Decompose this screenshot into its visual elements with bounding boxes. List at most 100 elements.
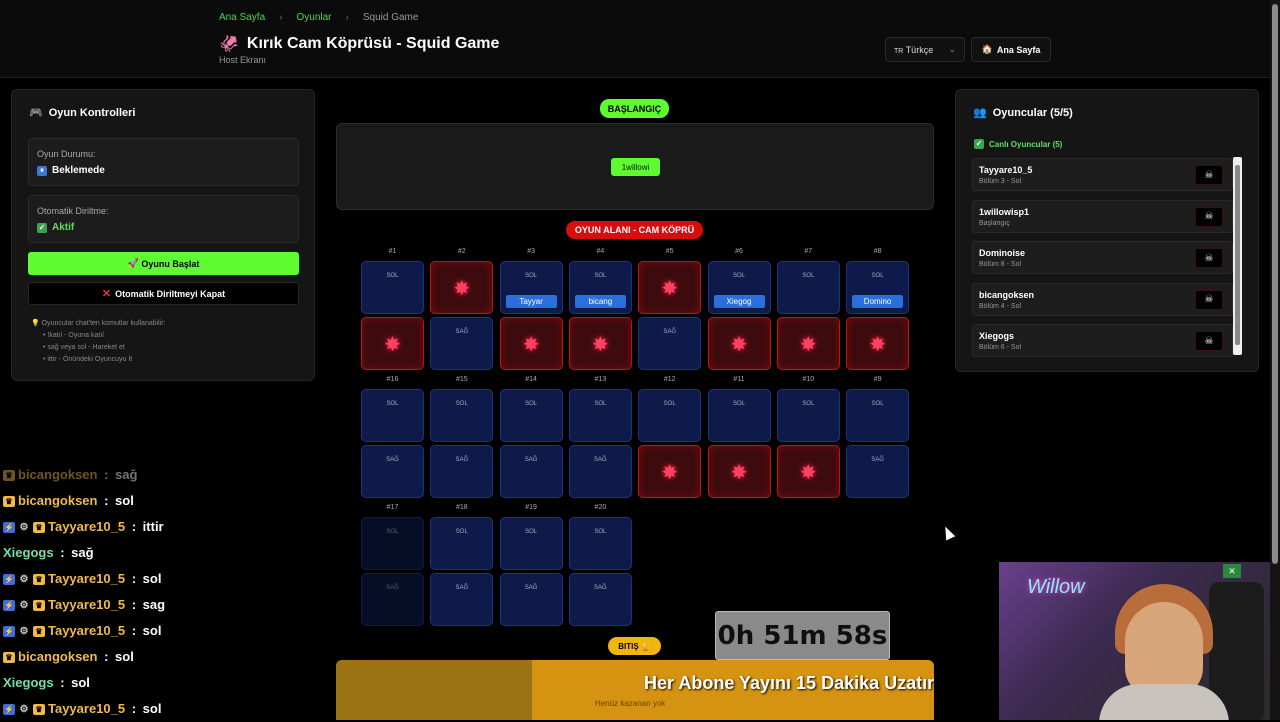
start-zone: 1willowi [336, 123, 934, 210]
step-number: #14 [525, 376, 537, 383]
crown-badge-icon: ♛ [33, 573, 45, 585]
ring-badge-icon: ⚙ [19, 625, 29, 637]
step-number: #18 [455, 504, 468, 511]
kick-player-button[interactable]: ☠ [1195, 289, 1223, 310]
page-scrollbar-thumb[interactable] [1272, 4, 1278, 564]
tile-side-label: SOL [455, 401, 468, 407]
tile-side-label: SAĞ [386, 457, 399, 463]
language-select[interactable]: TR Türkçe ⌄ [885, 37, 965, 62]
auto-revive-text: Aktif [52, 222, 75, 233]
player-marker: Tayyar [505, 295, 557, 308]
page-title: 🦑 Kırık Cam Köprüsü - Squid Game [219, 34, 499, 54]
chevron-down-icon: ⌄ [948, 44, 956, 54]
game-controls-panel: 🎮 Oyun Kontrolleri Oyun Durumu: ⏸ Bekleme… [11, 89, 315, 381]
chat-separator: : [100, 649, 113, 664]
tile-side-label: SOL [594, 273, 607, 279]
verified-badge-icon: ⚡ [3, 703, 15, 715]
step-number: #4 [596, 248, 605, 255]
step-number: #10 [802, 376, 815, 383]
step-number: #11 [733, 376, 745, 383]
chat-message: ittir [142, 519, 164, 534]
chat-username: Tayyare10_5 [48, 623, 126, 638]
tile-side-label: SOL [594, 401, 607, 407]
kick-player-button[interactable]: ☠ [1195, 206, 1223, 227]
verified-badge-icon: ⚡ [3, 625, 15, 637]
shatter-icon: ✸ [799, 462, 817, 484]
broken-glass-tile-bottom: ✸ [776, 317, 840, 370]
chat-username: bicangoksen [18, 649, 98, 664]
tile-side-label: SOL [525, 529, 538, 535]
player-marker: Xiegog [713, 295, 765, 308]
lightbulb-icon: 💡 [31, 320, 40, 327]
glass-tile-bottom: SAĞ [361, 445, 424, 498]
glass-tile-top: SOL [361, 517, 424, 570]
users-icon: 👥 [973, 107, 987, 119]
breadcrumb-home-link[interactable]: Ana Sayfa [219, 12, 265, 23]
streamer-body [1099, 684, 1229, 720]
chat-separator: : [128, 597, 140, 612]
ring-badge-icon: ⚙ [19, 573, 29, 585]
glass-tile-bottom: SAĞ [568, 573, 632, 626]
disable-auto-revive-button[interactable]: ✕ Otomatik Diriltmeyi Kapat [28, 282, 299, 305]
broken-glass-tile-top: ✸ [430, 261, 494, 314]
chat-username: Xiegogs [3, 675, 54, 690]
broken-glass-tile-bottom: ✸ [707, 445, 771, 498]
chat-username: Tayyare10_5 [48, 571, 126, 586]
chat-line: Xiegogs : sağ [3, 540, 165, 566]
kick-player-button[interactable]: ☠ [1195, 331, 1223, 351]
game-status-text: Beklemede [52, 165, 105, 176]
start-game-button[interactable]: 🚀 Oyunu Başlat [28, 252, 299, 275]
glass-tile-bottom: SAĞ [430, 573, 494, 626]
crown-badge-icon: ♛ [33, 521, 45, 533]
player-row: Dominoise Bölüm 8 - Sol ☠ [972, 241, 1233, 274]
command-help: 💡 Oyuncular chat'ten komutlar kullanabil… [31, 320, 166, 363]
disable-auto-revive-label: Otomatik Diriltmeyi Kapat [115, 288, 226, 299]
glass-tile-top: SOL [361, 261, 424, 314]
shatter-icon: ✸ [522, 334, 540, 356]
step-number: #8 [873, 248, 882, 255]
chat-separator: : [128, 701, 140, 716]
broken-glass-tile-bottom: ✸ [638, 445, 702, 498]
tile-side-label: SOL [386, 273, 399, 279]
player-marker: Domino [852, 295, 904, 308]
home-button[interactable]: 🏠 Ana Sayfa [971, 37, 1051, 62]
gamepad-icon: 🎮 [29, 107, 43, 119]
glass-tile-top: SOL [776, 389, 840, 442]
broken-glass-tile-bottom: ✸ [776, 445, 840, 498]
game-status-label: Oyun Durumu: [37, 149, 96, 159]
kick-player-button[interactable]: ☠ [1195, 165, 1223, 185]
crown-badge-icon: ♛ [33, 625, 45, 637]
chevron-right-icon: › [345, 12, 349, 23]
player-list-scrollbar[interactable] [1233, 157, 1242, 355]
streamer-face [1125, 602, 1203, 697]
player-marker: bicang [574, 295, 626, 308]
breadcrumb-games-link[interactable]: Oyunlar [297, 12, 332, 23]
chat-line: ⚡ ⚙ ♛ Tayyare10_5 : sol [3, 618, 165, 644]
shatter-icon: ✸ [661, 462, 679, 484]
start-player-chip: 1willowi [611, 158, 660, 176]
close-icon: ✕ [101, 288, 112, 300]
page-scrollbar[interactable] [1270, 0, 1280, 720]
chat-separator: : [128, 623, 140, 638]
glass-tile-bottom: SAĞ [499, 573, 563, 626]
glass-tile-top: SOL [568, 389, 632, 442]
tile-side-label: SOL [386, 529, 399, 535]
live-players-label: Canlı Oyuncular (5) [989, 139, 1063, 149]
player-row: 1willowisp1 Başlangıç ☠ [972, 199, 1233, 233]
glass-tile-top: SOL [638, 389, 702, 442]
player-name: Dominoise [979, 248, 1026, 258]
player-list-scrollbar-thumb[interactable] [1235, 165, 1240, 345]
step-number: #7 [804, 248, 813, 255]
chat-separator: : [128, 519, 140, 534]
breadcrumb: Ana Sayfa › Oyunlar › Squid Game [219, 12, 418, 23]
chat-message: sol [142, 571, 162, 586]
tile-side-label: SAĞ [663, 329, 677, 335]
chat-line: ♛ bicangoksen : sol [3, 644, 165, 670]
kick-player-button[interactable]: ☠ [1195, 248, 1223, 268]
skull-crossbones-icon: ☠ [1204, 252, 1214, 264]
step-number: #1 [388, 248, 397, 255]
crown-badge-icon: ♛ [33, 703, 45, 715]
stream-timer: 0h 51m 58s [715, 611, 890, 660]
tile-side-label: SOL [663, 401, 676, 407]
glass-tile-top: SOL Domino [846, 261, 910, 314]
